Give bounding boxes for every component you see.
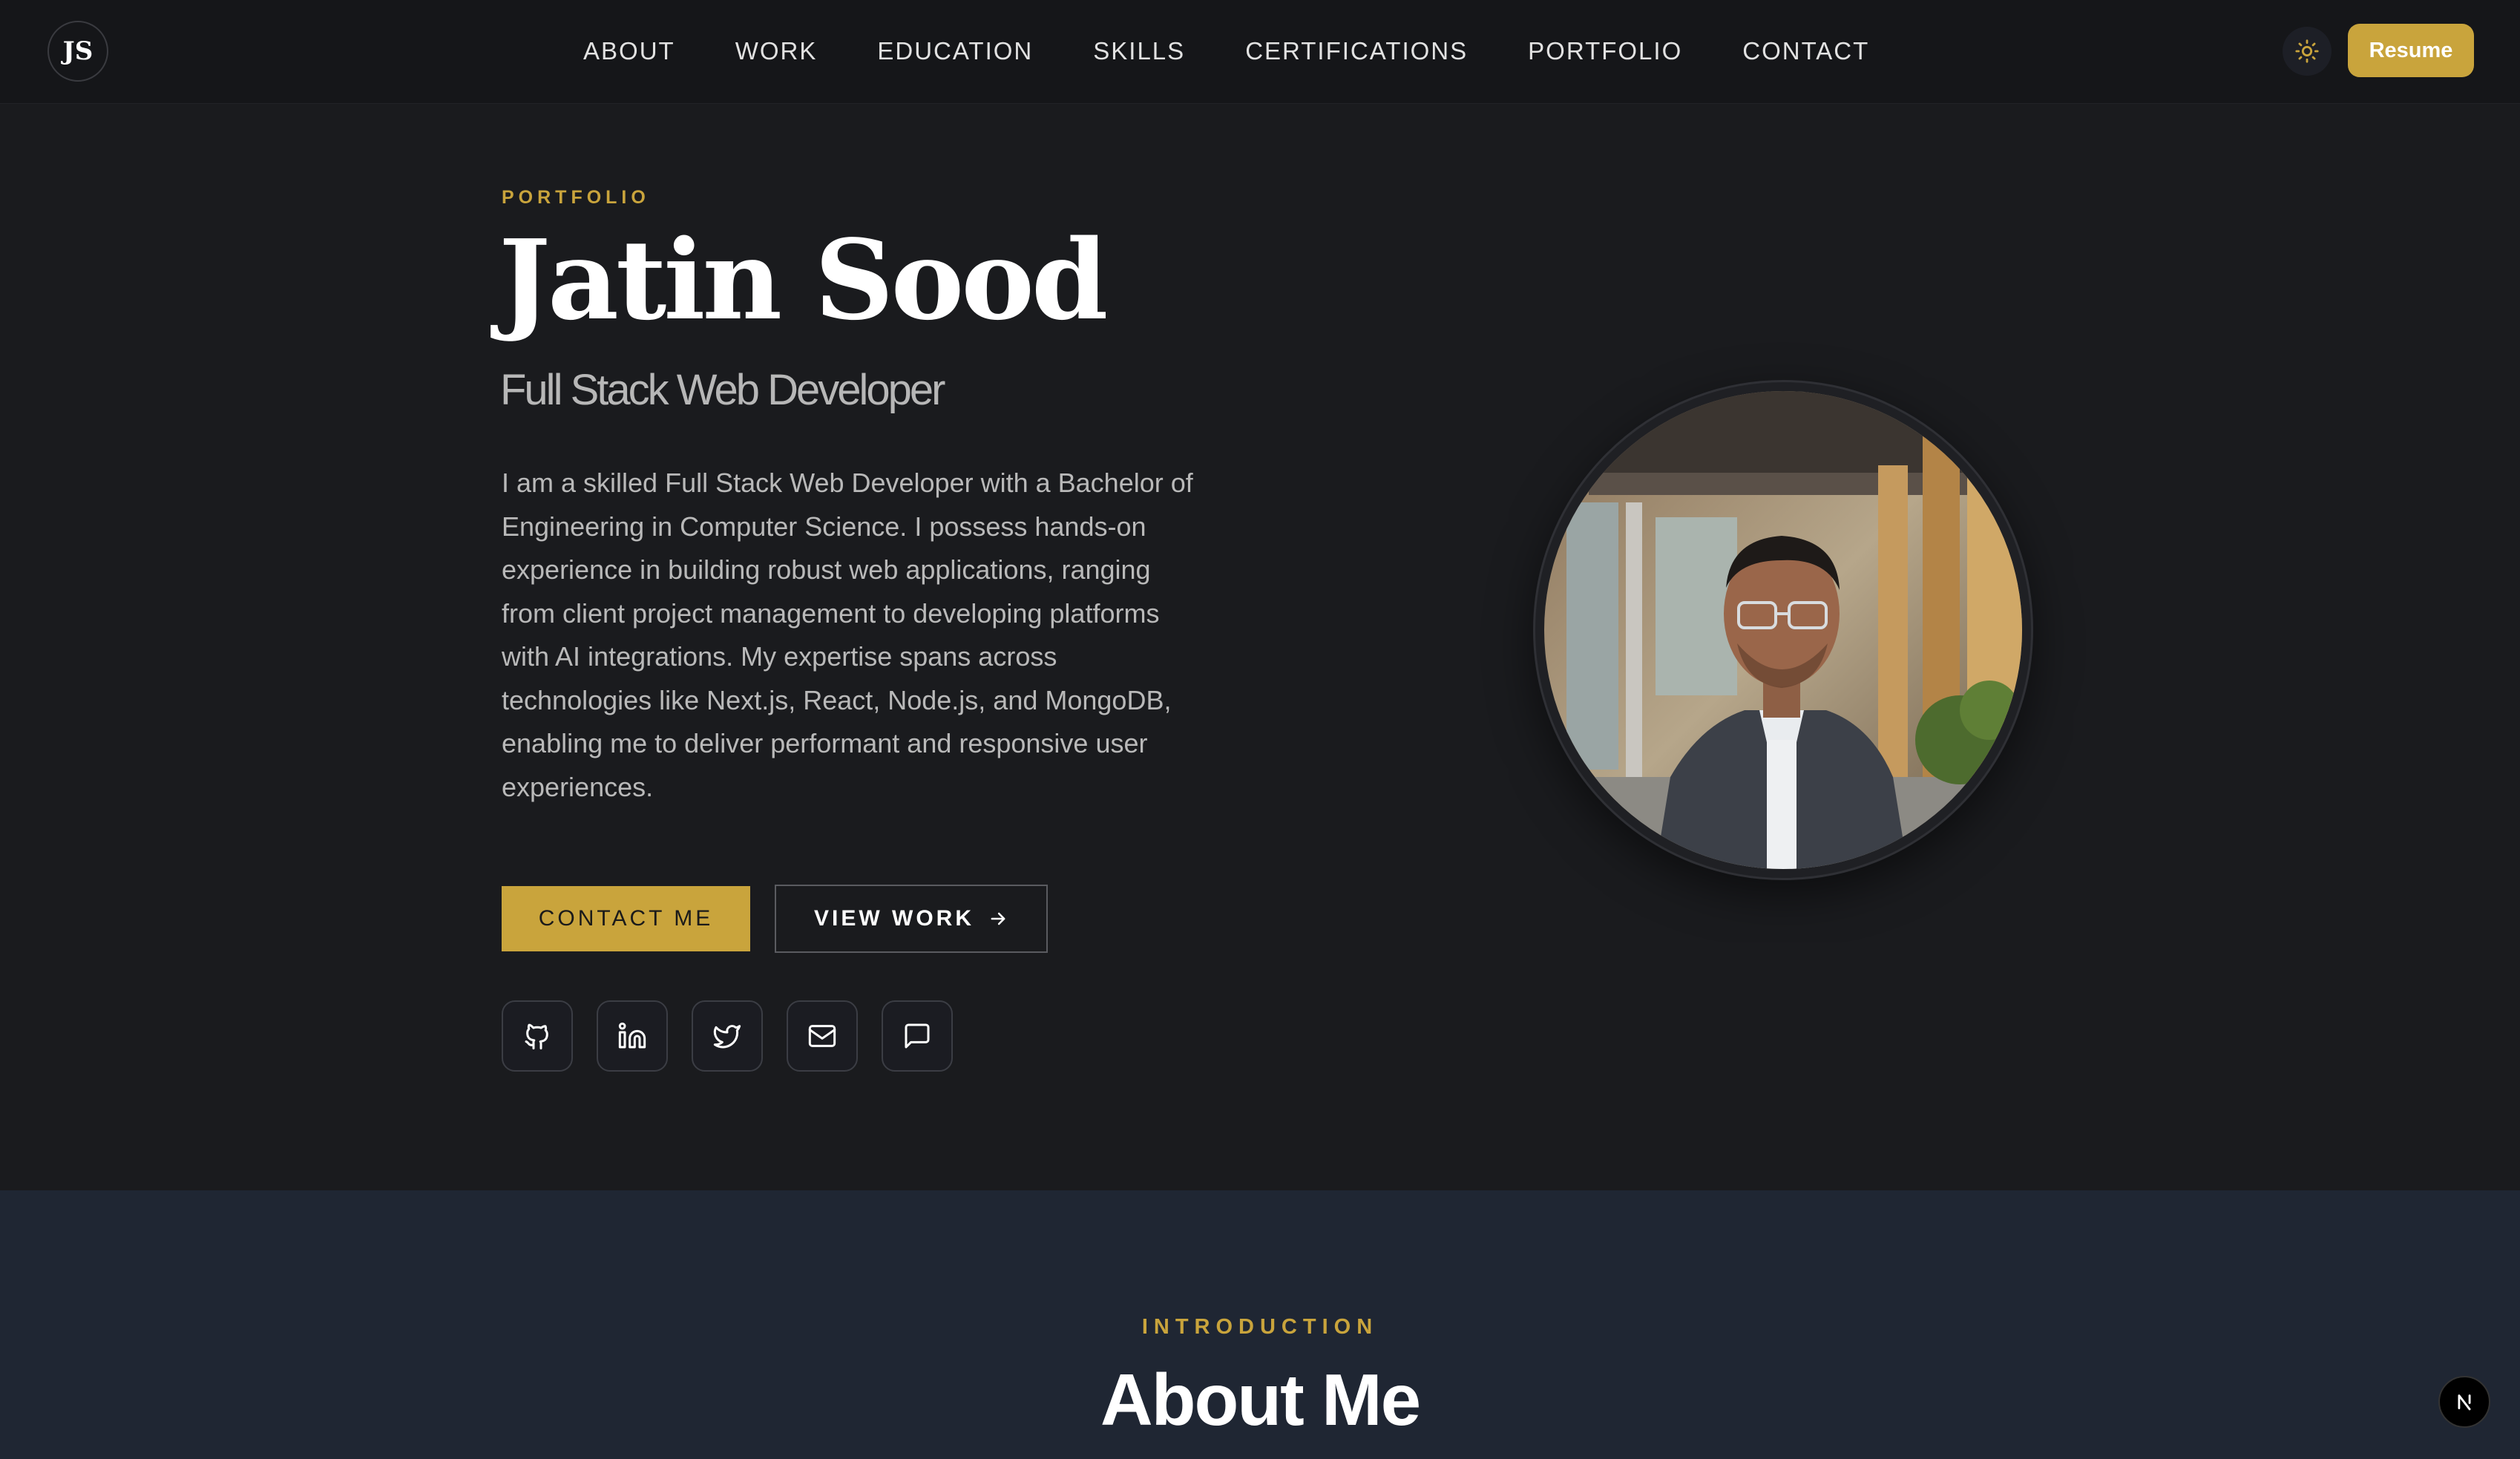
nav-about[interactable]: ABOUT (583, 37, 675, 65)
social-links (502, 1000, 953, 1072)
nextjs-dev-badge[interactable] (2438, 1376, 2490, 1428)
contact-me-label: CONTACT ME (538, 906, 714, 931)
nav-work[interactable]: WORK (735, 37, 818, 65)
theme-toggle-button[interactable] (2283, 27, 2332, 76)
view-work-label: VIEW WORK (814, 906, 974, 931)
hero-eyebrow: PORTFOLIO (502, 187, 650, 208)
view-work-button[interactable]: VIEW WORK (775, 885, 1048, 953)
twitter-link[interactable] (692, 1000, 763, 1072)
site-header: JS ABOUT WORK EDUCATION SKILLS CERTIFICA… (0, 0, 2520, 104)
twitter-icon (713, 1025, 741, 1049)
chat-icon (905, 1023, 930, 1049)
chat-link[interactable] (882, 1000, 953, 1072)
main-nav: ABOUT WORK EDUCATION SKILLS CERTIFICATIO… (583, 0, 1869, 102)
nav-certifications[interactable]: CERTIFICATIONS (1245, 37, 1468, 65)
github-link[interactable] (502, 1000, 573, 1072)
nav-skills[interactable]: SKILLS (1093, 37, 1185, 65)
nav-education[interactable]: EDUCATION (877, 37, 1033, 65)
hero-role: Full Stack Web Developer (500, 366, 945, 414)
contact-me-button[interactable]: CONTACT ME (502, 886, 750, 951)
resume-button[interactable]: Resume (2348, 24, 2474, 77)
linkedin-icon (618, 1022, 646, 1049)
mail-icon (808, 1025, 836, 1047)
arrow-right-icon (991, 912, 1005, 925)
about-title: About Me (1100, 1359, 1421, 1440)
nav-portfolio[interactable]: PORTFOLIO (1528, 37, 1682, 65)
linkedin-link[interactable] (597, 1000, 668, 1072)
email-link[interactable] (787, 1000, 858, 1072)
logo[interactable]: JS (47, 21, 108, 82)
hero-bio: I am a skilled Full Stack Web Developer … (502, 468, 1193, 802)
profile-photo (1544, 391, 2022, 869)
sun-icon (2295, 39, 2319, 63)
profile-photo-frame (1533, 380, 2033, 880)
nextjs-icon (2458, 1394, 2471, 1411)
about-section: INTRODUCTION About Me (0, 1190, 2520, 1459)
nav-contact[interactable]: CONTACT (1742, 37, 1869, 65)
about-eyebrow: INTRODUCTION (1141, 1315, 1379, 1339)
hero-name: Jatin Sood (499, 215, 1108, 344)
github-icon (525, 1023, 548, 1050)
profile-photo-illustration (1544, 391, 2022, 869)
